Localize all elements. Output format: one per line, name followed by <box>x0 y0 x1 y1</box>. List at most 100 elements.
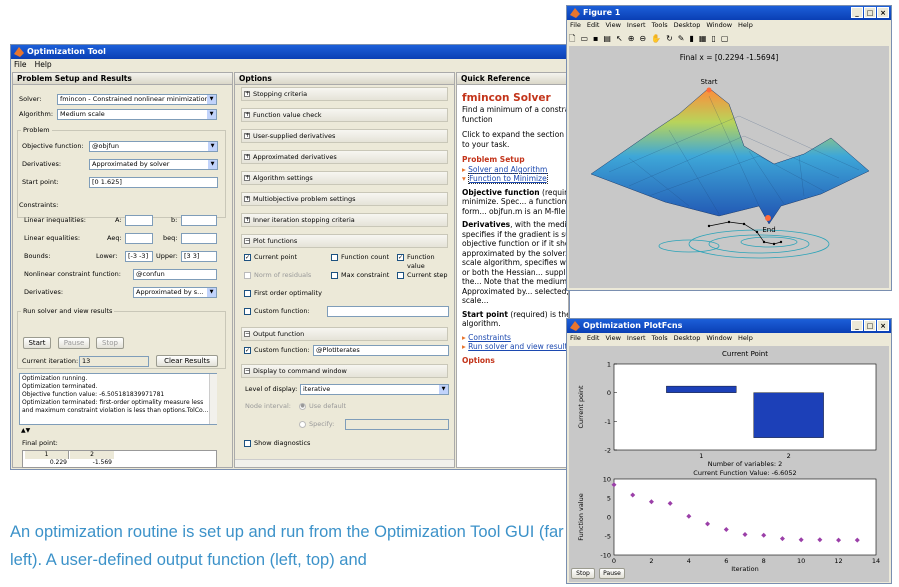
level-of-display-select[interactable]: iterative ▼ <box>300 384 449 395</box>
section-user-derivatives[interactable]: + User-supplied derivatives <box>241 129 448 143</box>
menu-desktop[interactable]: Desktop <box>674 20 701 31</box>
zoom-in-icon[interactable]: ⊕ <box>628 33 635 44</box>
qr-link-run[interactable]: ▸ Run solver and view result... <box>462 342 568 352</box>
plot-custom-checkbox[interactable]: Custom function: <box>244 307 310 316</box>
new-icon[interactable]: 🗋 <box>569 33 575 44</box>
splitter-arrows-icon[interactable]: ▲▼ <box>21 428 30 434</box>
algorithm-select[interactable]: Medium scale ▼ <box>57 109 217 120</box>
specify-input[interactable] <box>345 419 449 430</box>
b-input[interactable] <box>181 215 217 226</box>
menu-edit[interactable]: Edit <box>587 20 600 31</box>
menu-desktop[interactable]: Desktop <box>674 333 701 344</box>
collapse-icon: − <box>244 330 251 337</box>
contour-lines <box>658 229 830 259</box>
menu-help[interactable]: Help <box>738 20 753 31</box>
plot-current-step-checkbox[interactable]: Current step <box>397 271 448 280</box>
show-diagnostics-checkbox[interactable]: Show diagnostics <box>244 439 310 448</box>
derivatives-select[interactable]: Approximated by solver ▼ <box>89 159 218 170</box>
section-multiobjective[interactable]: + Multiobjective problem settings <box>241 192 448 206</box>
bar <box>753 392 824 438</box>
status-scrollbar[interactable] <box>209 374 217 424</box>
menu-help[interactable]: Help <box>35 59 52 70</box>
constraint-derivatives-select[interactable]: Approximated by s... ▼ <box>133 287 217 298</box>
minimize-icon[interactable]: _ <box>851 320 863 331</box>
zoom-out-icon[interactable]: ⊖ <box>639 33 646 44</box>
clear-results-button[interactable]: Clear Results <box>156 355 218 367</box>
stop-button[interactable]: Stop <box>96 337 124 349</box>
figure1-canvas: Final x = [0.2294 -1.5694] Start End <box>569 46 889 288</box>
A-input[interactable] <box>125 215 153 226</box>
colorbar-icon[interactable]: ▮ <box>689 33 693 44</box>
menu-window[interactable]: Window <box>706 20 732 31</box>
optimization-tool-window: Optimization Tool File Help Problem Setu… <box>10 44 570 470</box>
minimize-icon[interactable]: _ <box>851 7 863 18</box>
menu-window[interactable]: Window <box>706 333 732 344</box>
status-text-area[interactable]: Optimization running. Optimization termi… <box>19 373 217 425</box>
plot-current-point-checkbox[interactable]: ✓ Current point <box>244 253 297 262</box>
hide-icon[interactable]: ▯ <box>711 33 715 44</box>
figure1-titlebar[interactable]: Figure 1 _ □ × <box>567 6 891 20</box>
start-button[interactable]: Start <box>23 337 51 349</box>
start-point-input[interactable]: [0 1.625] <box>89 177 218 188</box>
menu-file[interactable]: File <box>570 333 581 344</box>
plotfcns-titlebar[interactable]: Optimization PlotFcns _ □ × <box>567 319 891 333</box>
beq-input[interactable] <box>181 233 217 244</box>
section-plot-functions[interactable]: − Plot functions <box>241 234 448 248</box>
maximize-icon[interactable]: □ <box>864 7 876 18</box>
qr-link-constraints[interactable]: ▸ Constraints <box>462 333 568 343</box>
menu-edit[interactable]: Edit <box>587 333 600 344</box>
menu-insert[interactable]: Insert <box>627 20 646 31</box>
menu-tools[interactable]: Tools <box>652 333 668 344</box>
upper-bounds-input[interactable]: [3 3] <box>181 251 217 262</box>
close-icon[interactable]: × <box>877 320 889 331</box>
plot-max-constraint-checkbox[interactable]: Max constraint <box>331 271 389 280</box>
problem-setup-title: Problem Setup and Results <box>13 73 232 85</box>
menu-view[interactable]: View <box>605 333 620 344</box>
plot-norm-residuals-checkbox[interactable]: Norm of residuals <box>244 271 311 280</box>
plot-stop-button[interactable]: Stop <box>571 568 595 579</box>
lower-bounds-input[interactable]: [-3 -3] <box>125 251 153 262</box>
use-default-radio[interactable]: ● Use default <box>299 402 346 411</box>
Aeq-input[interactable] <box>125 233 153 244</box>
show-icon[interactable]: ▢ <box>721 33 729 44</box>
close-icon[interactable]: × <box>877 7 889 18</box>
save-icon[interactable]: ▪ <box>593 33 598 44</box>
section-function-value-check[interactable]: + Function value check <box>241 108 448 122</box>
qr-objective-bold: Objective function <box>462 187 540 197</box>
section-inner-iteration[interactable]: + Inner iteration stopping criteria <box>241 213 448 227</box>
solver-select[interactable]: fmincon - Constrained nonlinear minimiza… <box>57 94 217 105</box>
plot-custom-input[interactable] <box>327 306 449 317</box>
output-custom-checkbox[interactable]: ✓ Custom function: <box>244 346 310 355</box>
menu-tools[interactable]: Tools <box>652 20 668 31</box>
section-approx-derivatives[interactable]: + Approximated derivatives <box>241 150 448 164</box>
output-custom-input[interactable]: @PlotIterates <box>313 345 449 356</box>
pointer-icon[interactable]: ↖ <box>616 33 623 44</box>
menu-file[interactable]: File <box>14 59 27 70</box>
legend-icon[interactable]: ▦ <box>699 33 707 44</box>
nonlinear-constraint-input[interactable]: @confun <box>133 269 217 280</box>
optimization-tool-titlebar[interactable]: Optimization Tool <box>11 45 569 59</box>
print-icon[interactable]: ▤ <box>603 33 611 44</box>
maximize-icon[interactable]: □ <box>864 320 876 331</box>
options-scrollbar[interactable] <box>235 459 454 467</box>
plot-first-order-checkbox[interactable]: First order optimality <box>244 289 322 298</box>
menu-help[interactable]: Help <box>738 333 753 344</box>
section-algorithm-settings[interactable]: + Algorithm settings <box>241 171 448 185</box>
menu-insert[interactable]: Insert <box>627 333 646 344</box>
open-icon[interactable]: ▭ <box>580 33 588 44</box>
menu-view[interactable]: View <box>605 20 620 31</box>
plot-function-count-checkbox[interactable]: Function count <box>331 253 389 262</box>
specify-radio[interactable]: Specify: <box>299 420 334 429</box>
objective-function-input[interactable]: @objfun ▼ <box>89 141 218 152</box>
plot-function-value-checkbox[interactable]: ✓ Function value <box>397 253 454 271</box>
plot-pause-button[interactable]: Pause <box>599 568 625 579</box>
datacursor-icon[interactable]: ✎ <box>678 33 685 44</box>
section-output-function[interactable]: − Output function <box>241 327 448 341</box>
section-display[interactable]: − Display to command window <box>241 364 448 378</box>
rotate-icon[interactable]: ↻ <box>666 33 673 44</box>
section-stopping-criteria[interactable]: + Stopping criteria <box>241 87 448 101</box>
pan-icon[interactable]: ✋ <box>651 33 661 44</box>
menu-file[interactable]: File <box>570 20 581 31</box>
qr-link-function[interactable]: ▾ Function to Minimize <box>462 173 568 184</box>
pause-button[interactable]: Pause <box>58 337 90 349</box>
